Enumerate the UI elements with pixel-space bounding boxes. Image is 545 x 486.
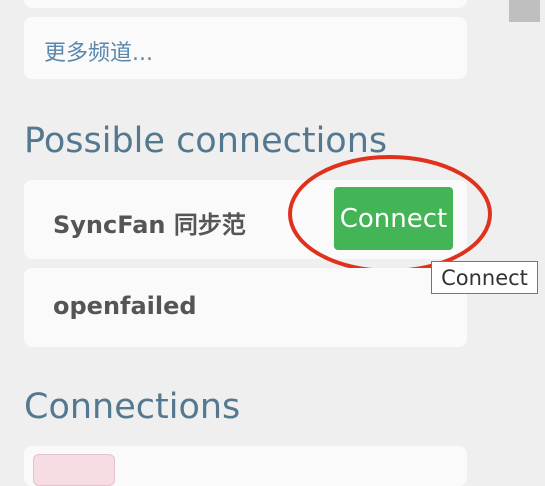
connect-tooltip: Connect (431, 261, 538, 294)
possible-connections-heading: Possible connections (24, 121, 388, 161)
connection-name: SyncFan 同步范 (53, 211, 246, 239)
more-channels-link[interactable]: 更多频道... (44, 35, 153, 67)
connections-heading: Connections (24, 387, 241, 427)
connect-button[interactable]: Connect (334, 187, 453, 250)
channel-card (24, 0, 467, 8)
connection-name: openfailed (53, 292, 197, 320)
avatar (33, 454, 115, 486)
more-channels-card[interactable]: 更多频道... (24, 17, 467, 79)
scrollbar-thumb[interactable] (509, 0, 540, 22)
possible-connection-item: openfailed (24, 268, 467, 347)
